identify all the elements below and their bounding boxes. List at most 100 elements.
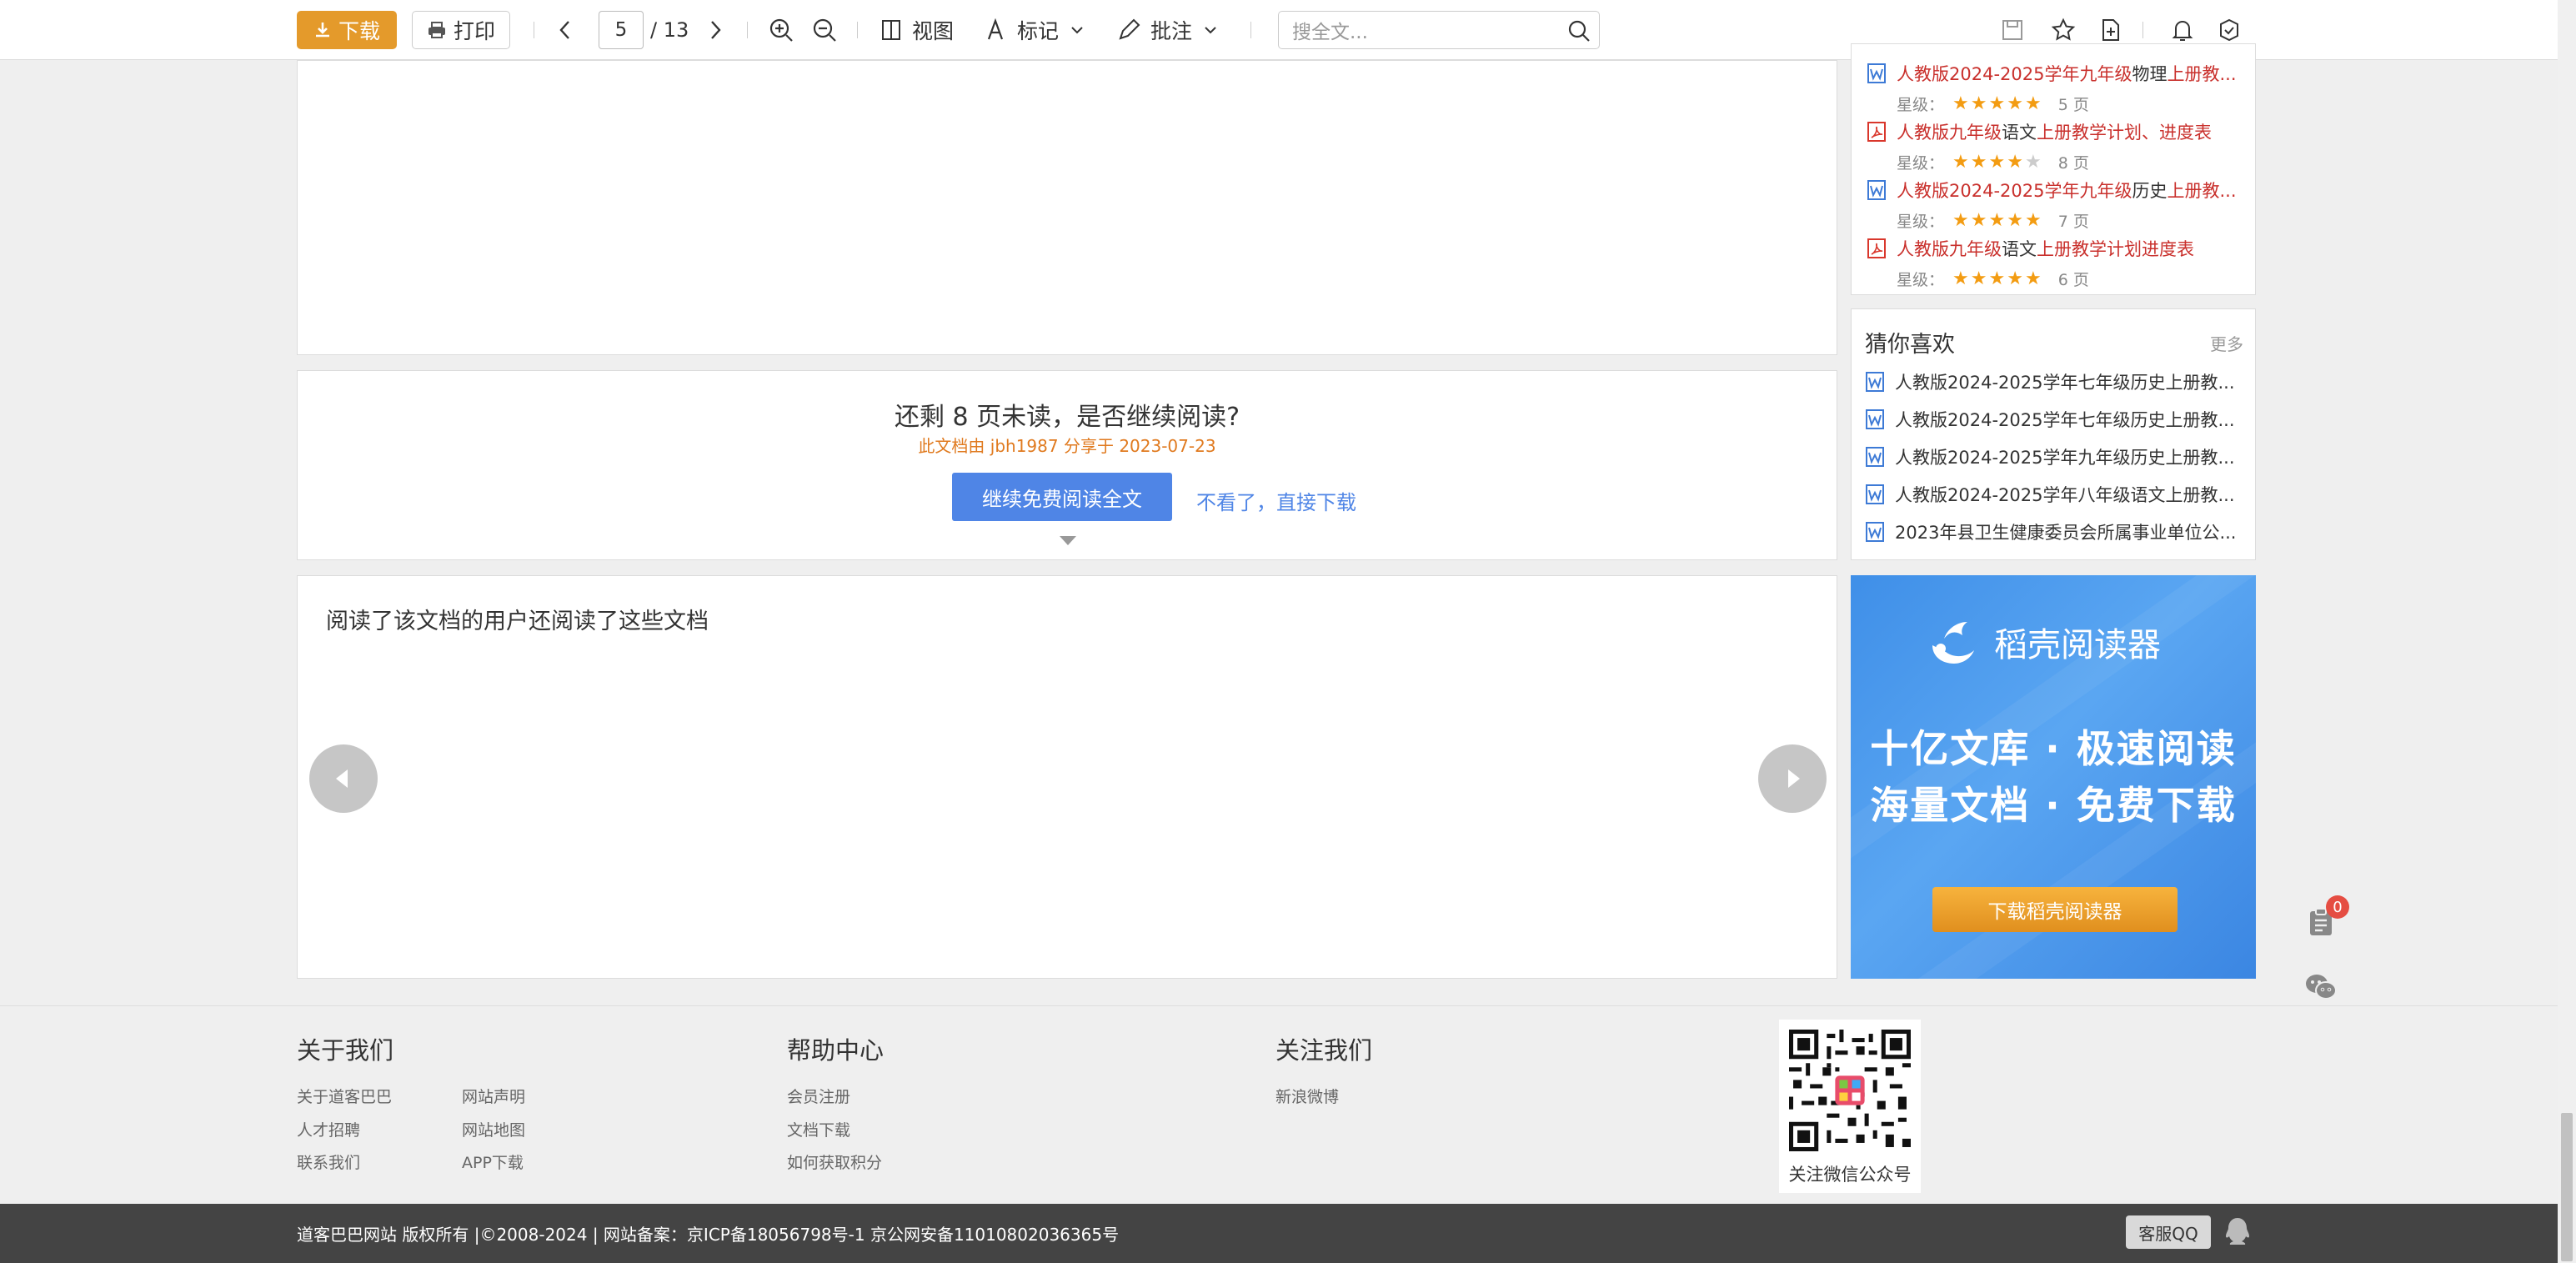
star-filled-icon: ★ bbox=[1970, 209, 1987, 231]
star-filled-icon: ★ bbox=[2024, 93, 2042, 114]
page-count: 6 页 bbox=[2057, 271, 2089, 289]
page-total: / 13 bbox=[650, 18, 689, 42]
guess-item-title: 人教版2024-2025学年七年级历史上册教... bbox=[1895, 410, 2235, 430]
toolbar-divider bbox=[1250, 22, 1251, 38]
rec-title-prefix: 人教版2024-2025学年九年级 bbox=[1897, 64, 2132, 84]
wechat-button[interactable] bbox=[2301, 967, 2341, 1007]
list-item[interactable]: 人教版2024-2025学年九年级历史上册教... 星级： ★ ★ ★ ★ ★ 7 页 bbox=[1867, 178, 2237, 232]
list-item[interactable]: 人教版九年级语文上册教学计划、进度表 星级： ★ ★ ★ ★ ★ 8 页 bbox=[1867, 119, 2212, 173]
list-item[interactable]: 2023年县卫生健康委员会所属事业单位公... bbox=[1865, 519, 2236, 544]
view-button[interactable]: 视图 bbox=[880, 0, 954, 60]
toolbar-divider bbox=[2142, 22, 2143, 38]
list-item[interactable]: 人教版2024-2025学年七年级历史上册教... bbox=[1865, 407, 2235, 432]
rec-title-prefix: 人教版2024-2025学年九年级 bbox=[1897, 181, 2132, 201]
rec-title-suffix: 上册教学计划、进度表 bbox=[2037, 123, 2212, 143]
star-filled-icon: ★ bbox=[1952, 151, 1969, 173]
doc-count-badge: 0 bbox=[2326, 895, 2349, 919]
book-icon bbox=[880, 18, 902, 42]
carousel-prev-button[interactable] bbox=[309, 744, 378, 813]
word-doc-icon bbox=[1865, 484, 1885, 505]
continue-reading-button[interactable]: 继续免费阅读全文 bbox=[952, 473, 1172, 521]
footer: 关于我们 关于道客巴巴 网站声明 人才招聘 网站地图 联系我们 APP下载 帮助… bbox=[0, 1005, 2558, 1204]
footer-link[interactable]: 如何获取积分 bbox=[787, 1150, 882, 1173]
list-item[interactable]: 人教版2024-2025学年九年级历史上册教... bbox=[1865, 444, 2235, 469]
footer-link[interactable]: 网站声明 bbox=[462, 1085, 525, 1107]
mark-button[interactable]: 标记 bbox=[985, 0, 1085, 60]
prev-page-button[interactable] bbox=[557, 0, 574, 60]
footer-link[interactable]: 会员注册 bbox=[787, 1085, 850, 1107]
document-page bbox=[297, 60, 1837, 355]
footer-link[interactable]: 人才招聘 bbox=[297, 1118, 360, 1140]
ad-slogan-2: 海量文档 · 免费下载 bbox=[1870, 783, 2237, 828]
qr-code bbox=[1789, 1030, 1911, 1151]
print-button[interactable]: 打印 bbox=[412, 11, 510, 49]
about-title: 关于我们 bbox=[297, 1036, 394, 1065]
star-rating: ★ ★ ★ ★ ★ bbox=[1952, 93, 2042, 114]
footer-link[interactable]: APP下载 bbox=[462, 1150, 524, 1173]
direct-download-link[interactable]: 不看了，直接下载 bbox=[1196, 486, 1356, 515]
guess-title: 猜你喜欢 bbox=[1865, 332, 1955, 358]
guess-item-title: 人教版2024-2025学年九年级历史上册教... bbox=[1895, 448, 2235, 468]
footer-link[interactable]: 网站地图 bbox=[462, 1118, 525, 1140]
annotate-label: 批注 bbox=[1150, 19, 1193, 43]
triangle-right-icon bbox=[1780, 766, 1805, 791]
download-reader-button[interactable]: 下载稻壳阅读器 bbox=[1932, 887, 2178, 932]
search-icon[interactable] bbox=[1567, 19, 1591, 43]
toolbar-divider bbox=[857, 22, 858, 38]
star-filled-icon: ★ bbox=[1988, 151, 2006, 173]
share-info: 此文档由 jbh1987 分享于 2023-07-23 bbox=[918, 436, 1216, 456]
wechat-qr-card: 关注微信公众号 bbox=[1779, 1020, 1921, 1193]
guess-item-title: 2023年县卫生健康委员会所属事业单位公... bbox=[1895, 523, 2237, 543]
star-filled-icon: ★ bbox=[1952, 268, 1969, 289]
scrollbar-thumb[interactable] bbox=[2561, 1113, 2573, 1261]
annotate-button[interactable]: 批注 bbox=[1117, 0, 1219, 60]
page-number-input[interactable]: 5 bbox=[599, 11, 644, 49]
reader-ad-banner[interactable]: 稻壳阅读器 十亿文库 · 极速阅读 海量文档 · 免费下载 下载稻壳阅读器 bbox=[1851, 575, 2256, 979]
list-item[interactable]: 人教版2024-2025学年八年级语文上册教... bbox=[1865, 482, 2235, 507]
zoom-in-button[interactable] bbox=[769, 0, 794, 60]
chevron-left-icon bbox=[557, 19, 574, 41]
carousel-next-button[interactable] bbox=[1758, 744, 1827, 813]
star-filled-icon: ★ bbox=[2007, 151, 2023, 173]
qq-icon[interactable] bbox=[2218, 1212, 2258, 1252]
page-count: 5 页 bbox=[2057, 96, 2089, 114]
star-filled-icon: ★ bbox=[1970, 93, 1987, 114]
footer-link[interactable]: 联系我们 bbox=[297, 1150, 360, 1173]
rec-title-suffix: 上册教... bbox=[2167, 64, 2237, 84]
footer-link[interactable]: 新浪微博 bbox=[1275, 1085, 1339, 1107]
page-count: 8 页 bbox=[2057, 154, 2089, 173]
expand-arrow-icon[interactable] bbox=[1060, 536, 1076, 545]
footer-link[interactable]: 关于道客巴巴 bbox=[297, 1085, 392, 1107]
ad-logo: 稻壳阅读器 bbox=[1926, 617, 2161, 667]
follow-title: 关注我们 bbox=[1275, 1036, 1373, 1065]
star-empty-icon: ★ bbox=[2024, 151, 2042, 173]
star-filled-icon: ★ bbox=[2007, 268, 2023, 289]
word-doc-icon bbox=[1865, 371, 1885, 393]
more-link[interactable]: 更多 bbox=[2210, 331, 2243, 355]
word-doc-icon bbox=[1865, 446, 1885, 468]
list-item[interactable]: 人教版2024-2025学年九年级物理上册教... 星级： ★ ★ ★ ★ ★ 5 页 bbox=[1867, 61, 2237, 115]
rating-label: 星级： bbox=[1897, 271, 1945, 289]
star-filled-icon: ★ bbox=[1952, 93, 1969, 114]
ad-slogan-1: 十亿文库 · 极速阅读 bbox=[1870, 726, 2237, 771]
next-page-button[interactable] bbox=[707, 0, 724, 60]
star-filled-icon: ★ bbox=[2024, 209, 2042, 231]
remaining-pages-title: 还剩 8 页未读，是否继续阅读? bbox=[894, 403, 1240, 432]
zoom-out-icon bbox=[812, 18, 837, 43]
related-docs-panel: 阅读了该文档的用户还阅读了这些文档 bbox=[297, 575, 1837, 979]
download-icon bbox=[313, 21, 332, 39]
search-input[interactable]: 搜全文... bbox=[1278, 11, 1600, 49]
zoom-out-button[interactable] bbox=[812, 0, 837, 60]
star-filled-icon: ★ bbox=[2024, 268, 2042, 289]
rec-title-suffix: 上册教学计划进度表 bbox=[2037, 239, 2194, 259]
star-filled-icon: ★ bbox=[2007, 209, 2023, 231]
list-item[interactable]: 人教版九年级语文上册教学计划进度表 星级： ★ ★ ★ ★ ★ 6 页 bbox=[1867, 236, 2194, 290]
footer-link[interactable]: 文档下载 bbox=[787, 1118, 850, 1140]
add-file-icon bbox=[2099, 18, 2122, 43]
download-button[interactable]: 下载 bbox=[297, 11, 397, 49]
list-item[interactable]: 人教版2024-2025学年七年级历史上册教... bbox=[1865, 369, 2235, 394]
word-doc-icon bbox=[1867, 63, 1887, 84]
qq-service-button[interactable]: 客服QQ bbox=[2126, 1215, 2211, 1249]
scrollbar[interactable] bbox=[2558, 0, 2576, 1263]
related-docs-title: 阅读了该文档的用户还阅读了这些文档 bbox=[326, 609, 709, 634]
